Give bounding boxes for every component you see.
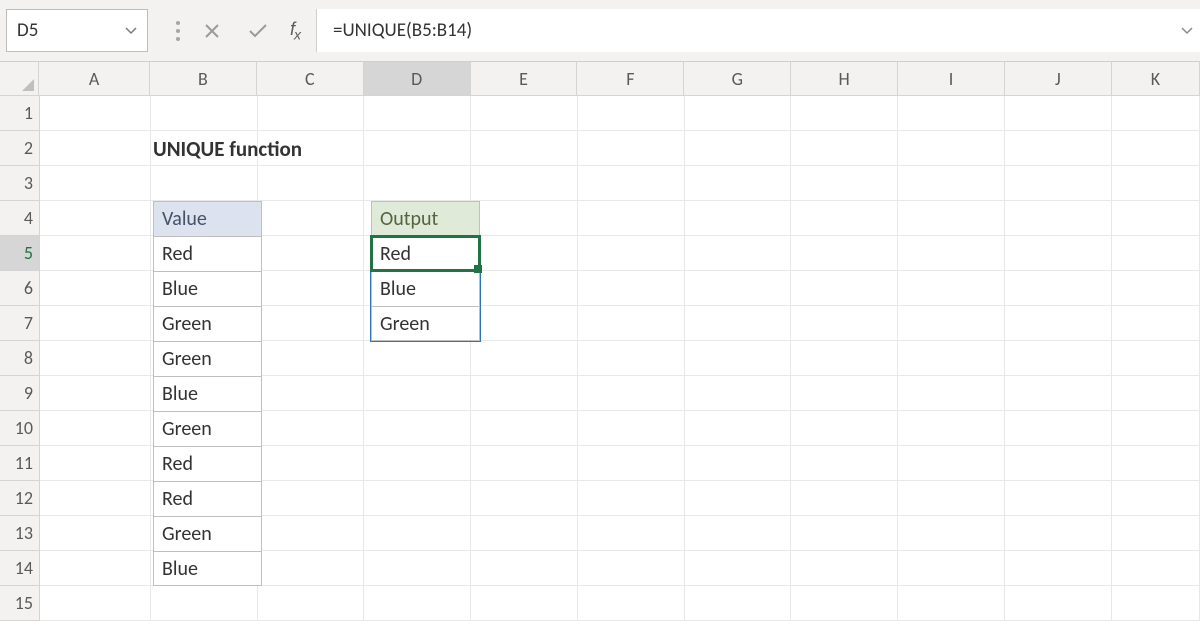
- formula-text: =UNIQUE(B5:B14): [333, 19, 472, 42]
- title-cell: UNIQUE function: [153, 131, 302, 166]
- row-header[interactable]: 4: [0, 201, 40, 236]
- spill-range-outline: [370, 270, 481, 342]
- column-header[interactable]: K: [1112, 62, 1200, 95]
- output-table-header[interactable]: Output: [371, 201, 480, 236]
- column-header[interactable]: G: [684, 62, 791, 95]
- drag-handle-icon: [176, 21, 180, 41]
- formula-input[interactable]: =UNIQUE(B5:B14): [317, 9, 1200, 52]
- value-table-header[interactable]: Value: [153, 201, 262, 236]
- cancel-icon[interactable]: [198, 17, 226, 45]
- table-row[interactable]: Green: [153, 341, 262, 376]
- fx-icon[interactable]: fx: [290, 19, 300, 43]
- table-row[interactable]: Red: [153, 446, 262, 481]
- row-header[interactable]: 5: [0, 236, 40, 271]
- row-header[interactable]: 6: [0, 271, 40, 306]
- column-header[interactable]: A: [39, 62, 150, 95]
- row-header[interactable]: 11: [0, 446, 40, 481]
- row-header[interactable]: 7: [0, 306, 40, 341]
- column-headers: ABCDEFGHIJK: [0, 62, 1200, 96]
- column-header[interactable]: I: [898, 62, 1005, 95]
- column-header[interactable]: F: [577, 62, 684, 95]
- row-header[interactable]: 9: [0, 376, 40, 411]
- table-row[interactable]: Green: [153, 516, 262, 551]
- row-header[interactable]: 13: [0, 516, 40, 551]
- name-box[interactable]: D5: [6, 9, 148, 52]
- table-row[interactable]: Green: [153, 306, 262, 341]
- worksheet: ABCDEFGHIJK 123456789101112131415 UNIQUE…: [0, 62, 1200, 630]
- column-header[interactable]: D: [364, 62, 471, 95]
- column-header[interactable]: E: [471, 62, 578, 95]
- select-all-button[interactable]: [0, 62, 39, 95]
- row-header[interactable]: 2: [0, 131, 40, 166]
- row-header[interactable]: 1: [0, 96, 40, 131]
- name-box-dropdown-icon[interactable]: [125, 27, 137, 35]
- row-header[interactable]: 14: [0, 551, 40, 586]
- row-header[interactable]: 12: [0, 481, 40, 516]
- active-cell-outline[interactable]: [370, 235, 481, 272]
- row-header[interactable]: 10: [0, 411, 40, 446]
- column-header[interactable]: J: [1005, 62, 1112, 95]
- expand-formula-bar-icon[interactable]: [1180, 19, 1194, 42]
- name-box-value: D5: [17, 19, 125, 42]
- fill-handle[interactable]: [474, 265, 482, 273]
- column-header[interactable]: C: [257, 62, 364, 95]
- table-row[interactable]: Red: [153, 481, 262, 516]
- row-header[interactable]: 15: [0, 586, 40, 621]
- table-row[interactable]: Blue: [153, 376, 262, 411]
- table-row[interactable]: Red: [153, 236, 262, 271]
- formula-bar-buttons: fx: [148, 9, 316, 52]
- row-headers: 123456789101112131415: [0, 96, 40, 621]
- column-header[interactable]: H: [791, 62, 898, 95]
- table-row[interactable]: Blue: [153, 271, 262, 306]
- row-header[interactable]: 8: [0, 341, 40, 376]
- value-table: Value RedBlueGreenGreenBlueGreenRedRedGr…: [153, 201, 262, 586]
- formula-bar: D5 fx =UNIQUE(B5:B14): [0, 0, 1200, 62]
- enter-icon[interactable]: [244, 17, 272, 45]
- column-header[interactable]: B: [150, 62, 257, 95]
- row-header[interactable]: 3: [0, 166, 40, 201]
- table-row[interactable]: Green: [153, 411, 262, 446]
- table-row[interactable]: Blue: [153, 551, 262, 586]
